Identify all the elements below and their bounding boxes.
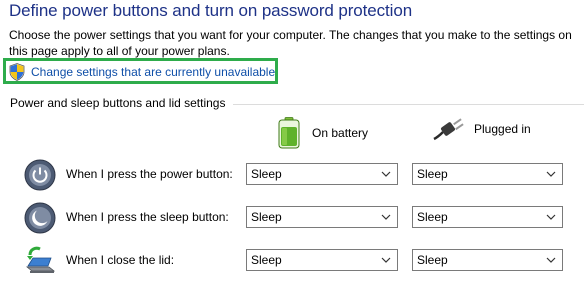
lid-close-plugged-value: Sleep [417, 253, 448, 267]
lid-close-plugged-select[interactable]: Sleep [412, 249, 563, 271]
column-label-battery: On battery [312, 126, 369, 140]
lid-close-row: When I close the lid: Sleep Sleep [0, 244, 584, 278]
lid-close-label: When I close the lid: [66, 253, 175, 267]
lid-close-battery-select[interactable]: Sleep [246, 249, 398, 271]
section-header: Power and sleep buttons and lid settings [10, 96, 584, 110]
chevron-down-icon [546, 171, 556, 177]
sleep-button-label: When I press the sleep button: [66, 210, 229, 224]
battery-icon [278, 117, 300, 149]
page-title: Define power buttons and turn on passwor… [9, 1, 413, 20]
change-settings-link[interactable]: Change settings that are currently unava… [9, 63, 275, 81]
power-button-plugged-select[interactable]: Sleep [412, 163, 563, 185]
chevron-down-icon [381, 171, 391, 177]
page-description: Choose the power settings that you want … [9, 28, 572, 58]
power-button-icon [24, 159, 56, 191]
sleep-button-icon [24, 202, 56, 234]
power-button-plugged-value: Sleep [417, 167, 448, 181]
section-divider [233, 103, 584, 105]
chevron-down-icon [546, 214, 556, 220]
laptop-lid-icon [25, 246, 56, 273]
sleep-button-battery-value: Sleep [251, 210, 282, 224]
sleep-button-row: When I press the sleep button: Sleep Sle… [0, 201, 584, 235]
power-button-battery-value: Sleep [251, 167, 282, 181]
lid-close-battery-value: Sleep [251, 253, 282, 267]
column-label-plugged: Plugged in [474, 122, 531, 136]
plug-icon [433, 118, 464, 141]
chevron-down-icon [381, 257, 391, 263]
sleep-button-plugged-value: Sleep [417, 210, 448, 224]
column-header-plugged: Plugged in [432, 117, 531, 141]
chevron-down-icon [546, 257, 556, 263]
sleep-button-battery-select[interactable]: Sleep [246, 206, 398, 228]
chevron-down-icon [381, 214, 391, 220]
uac-shield-icon [9, 63, 25, 81]
power-button-row: When I press the power button: Sleep Sle… [0, 158, 584, 192]
sleep-button-plugged-select[interactable]: Sleep [412, 206, 563, 228]
change-settings-label: Change settings that are currently unava… [31, 65, 276, 79]
power-button-label: When I press the power button: [66, 167, 233, 181]
column-header-battery: On battery [278, 117, 368, 149]
section-title: Power and sleep buttons and lid settings [10, 96, 226, 110]
power-button-battery-select[interactable]: Sleep [246, 163, 398, 185]
